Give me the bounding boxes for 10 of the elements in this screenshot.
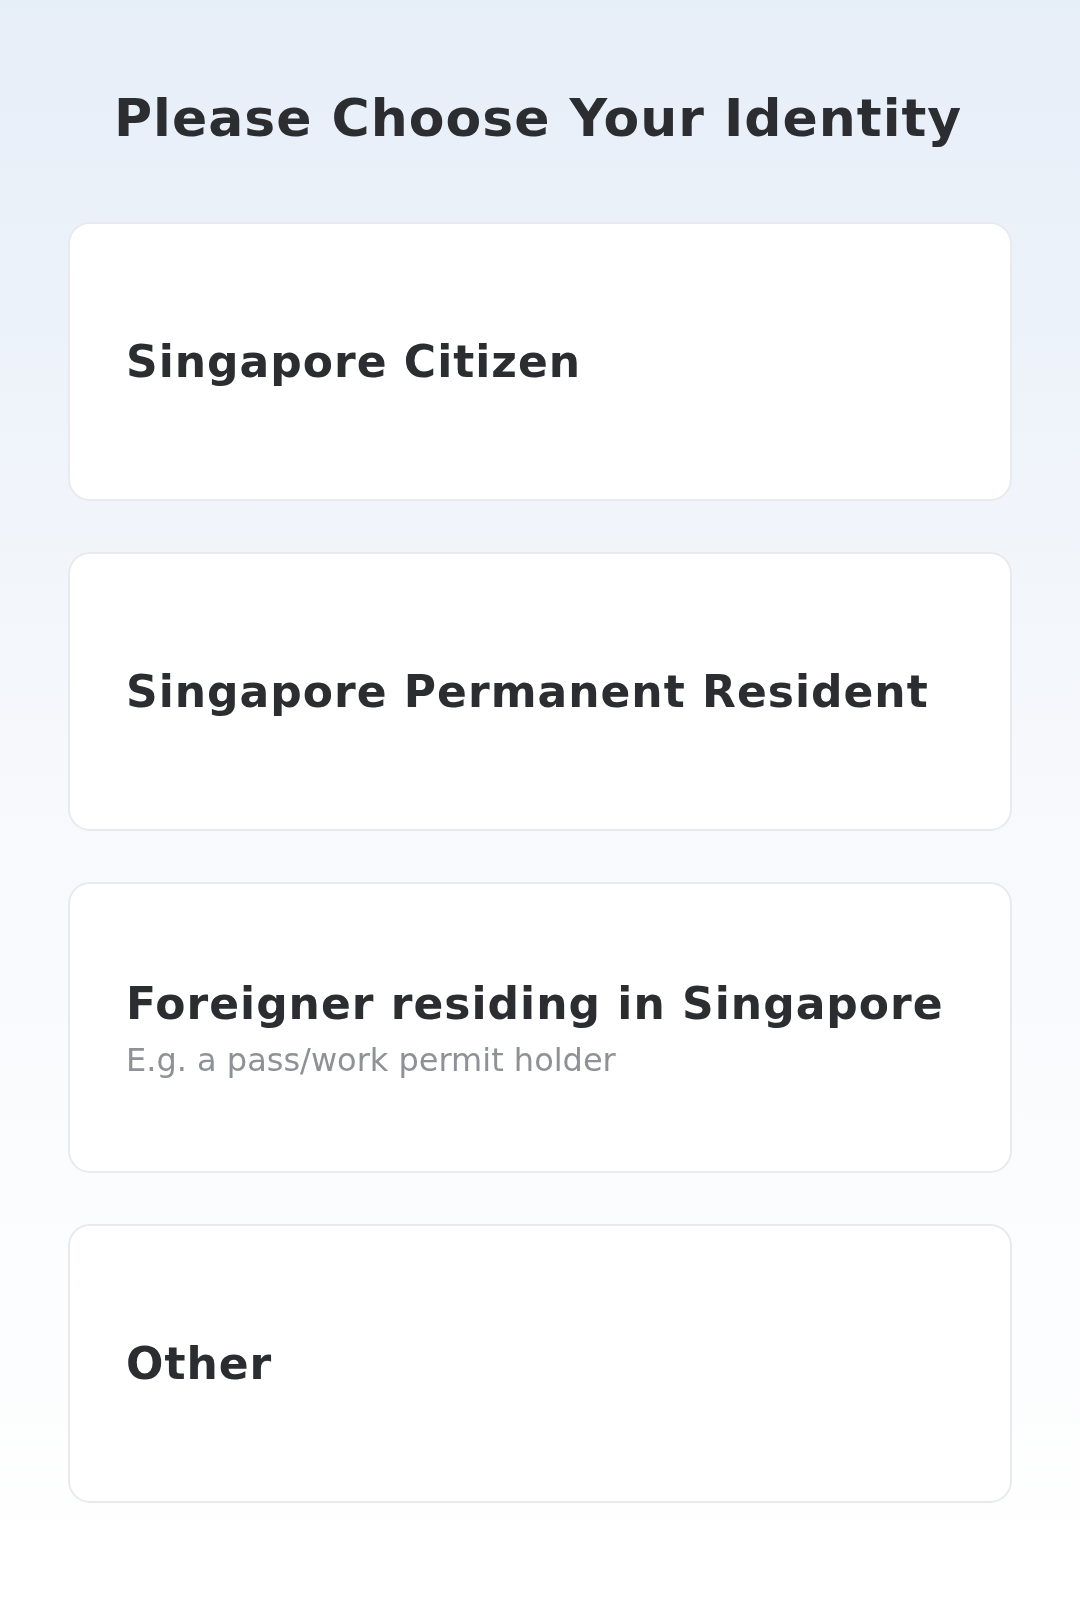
option-label: Other xyxy=(126,1336,273,1391)
option-label: Singapore Permanent Resident xyxy=(126,664,929,719)
identity-option-card[interactable]: Singapore Citizen xyxy=(68,222,1012,501)
page-title: Please Choose Your Identity xyxy=(114,87,963,150)
identity-option-card[interactable]: Other xyxy=(68,1224,1012,1503)
option-label: Foreigner residing in Singapore xyxy=(126,976,944,1031)
option-hint: E.g. a pass/work permit holder xyxy=(126,1039,616,1080)
option-label: Singapore Citizen xyxy=(126,334,582,389)
identity-option-card[interactable]: Foreigner residing in Singapore E.g. a pass/work permit holder xyxy=(68,882,1012,1173)
identity-option-card[interactable]: Singapore Permanent Resident xyxy=(68,552,1012,831)
